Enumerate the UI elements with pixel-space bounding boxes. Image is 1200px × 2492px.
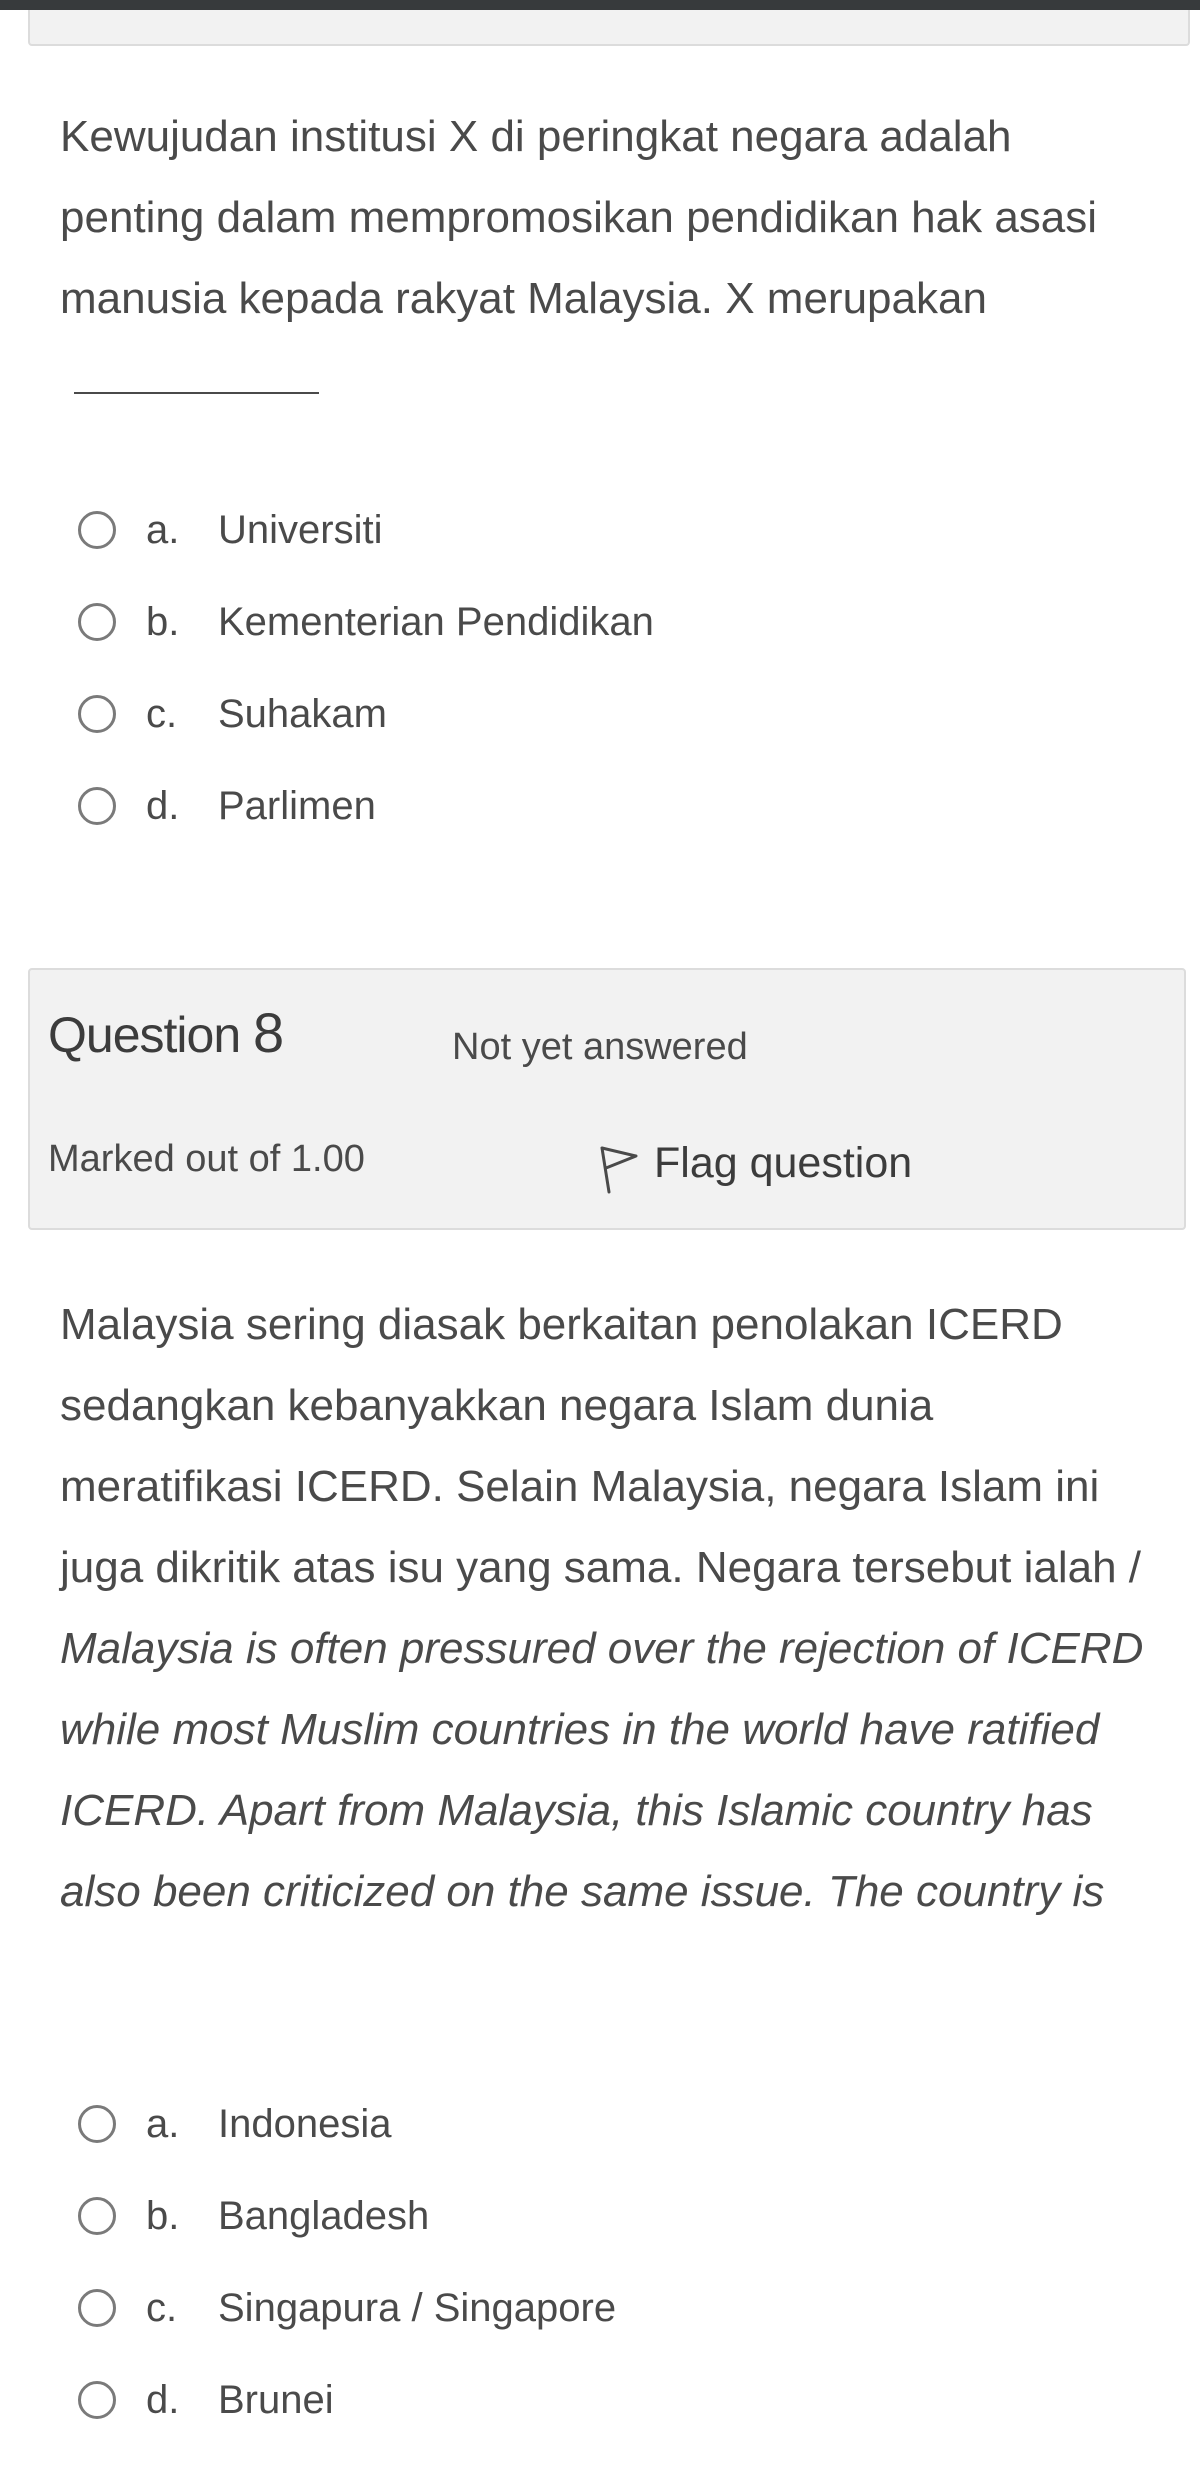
option-label: Universiti	[218, 507, 383, 552]
option-label: Indonesia	[218, 2101, 392, 2146]
option-letter: c.	[146, 2285, 178, 2330]
question-7-options: a. Universiti b. Kementerian Pendidikan …	[78, 484, 1128, 852]
flag-outline-icon[interactable]	[598, 1144, 640, 1196]
answer-option-d[interactable]: d. Parlimen	[78, 760, 1128, 852]
question-8-info-box: Question 8 Not yet answered Marked out o…	[28, 968, 1186, 1230]
answer-option-a[interactable]: a. Indonesia	[78, 2078, 1128, 2170]
answer-option-b[interactable]: b. Kementerian Pendidikan	[78, 576, 1128, 668]
answer-option-a[interactable]: a. Universiti	[78, 484, 1128, 576]
answer-blank	[74, 352, 319, 394]
previous-question-info-box	[28, 10, 1190, 46]
answer-option-c[interactable]: c. Suhakam	[78, 668, 1128, 760]
answer-option-d[interactable]: d. Brunei	[78, 2354, 1128, 2446]
option-letter: c.	[146, 691, 178, 736]
option-letter: a.	[146, 2101, 180, 2146]
flag-question-label: Flag question	[654, 1138, 913, 1187]
question-7-body: Kewujudan institusi X di peringkat negar…	[60, 112, 1098, 323]
radio-button[interactable]	[78, 2289, 116, 2327]
question-grade: Marked out of 1.00	[48, 1138, 365, 1180]
question-7-text: Kewujudan institusi X di peringkat negar…	[60, 96, 1160, 420]
question-8-body-english: Malaysia is often pressured over the rej…	[60, 1624, 1144, 1916]
option-label: Parlimen	[218, 783, 376, 828]
radio-button[interactable]	[78, 511, 116, 549]
option-label: Bangladesh	[218, 2193, 430, 2238]
radio-button[interactable]	[78, 603, 116, 641]
question-8-text: Malaysia sering diasak berkaitan penolak…	[60, 1284, 1160, 1932]
question-number-value: 8	[253, 1001, 284, 1064]
radio-button[interactable]	[78, 695, 116, 733]
option-letter: d.	[146, 783, 180, 828]
question-state: Not yet answered	[452, 1026, 748, 1068]
radio-button[interactable]	[78, 2197, 116, 2235]
flag-question-button[interactable]: Flag question	[598, 1130, 912, 1196]
radio-button[interactable]	[78, 2105, 116, 2143]
radio-button[interactable]	[78, 787, 116, 825]
question-label: Question	[48, 1007, 241, 1063]
option-letter: b.	[146, 599, 180, 644]
question-8-options: a. Indonesia b. Bangladesh c. Singapura …	[78, 2078, 1128, 2446]
radio-button[interactable]	[78, 2381, 116, 2419]
answer-option-c[interactable]: c. Singapura / Singapore	[78, 2262, 1128, 2354]
top-bar	[0, 0, 1200, 10]
option-label: Kementerian Pendidikan	[218, 599, 654, 644]
answer-option-b[interactable]: b. Bangladesh	[78, 2170, 1128, 2262]
option-label: Singapura / Singapore	[218, 2285, 617, 2330]
question-8-body-malay: Malaysia sering diasak berkaitan penolak…	[60, 1300, 1142, 1592]
question-number: Question 8	[48, 1000, 284, 1065]
option-letter: d.	[146, 2377, 180, 2422]
option-label: Brunei	[218, 2377, 334, 2422]
option-label: Suhakam	[218, 691, 387, 736]
option-letter: a.	[146, 507, 180, 552]
option-letter: b.	[146, 2193, 180, 2238]
